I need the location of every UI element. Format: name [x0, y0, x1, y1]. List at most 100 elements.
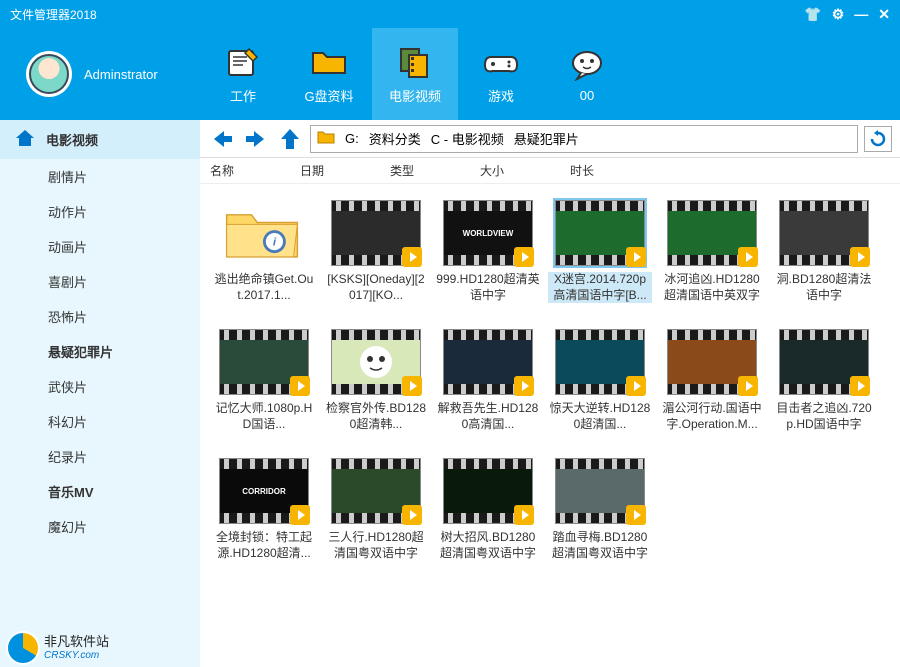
- tab-label: G盘资料: [304, 86, 353, 105]
- video-item[interactable]: 冰河追凶.HD1280超清国语中英双字: [656, 196, 768, 307]
- back-button[interactable]: [208, 125, 236, 153]
- header: Adminstrator 工作 G盘资料 电影视频: [0, 28, 900, 120]
- video-item[interactable]: 三人行.HD1280超清国粤双语中字: [320, 454, 432, 565]
- forward-button[interactable]: [242, 125, 270, 153]
- sidebar-header[interactable]: 电影视频: [0, 120, 200, 159]
- col-date[interactable]: 日期: [300, 162, 390, 179]
- sidebar-item[interactable]: 武侠片: [0, 369, 200, 404]
- col-duration[interactable]: 时长: [570, 162, 660, 179]
- tab-label: 工作: [230, 86, 256, 105]
- sidebar-item[interactable]: 剧情片: [0, 159, 200, 194]
- film-icon: [395, 44, 435, 80]
- video-item[interactable]: 树大招风.BD1280超清国粤双语中字: [432, 454, 544, 565]
- video-item[interactable]: 踏血寻梅.BD1280超清国粤双语中字: [544, 454, 656, 565]
- sidebar-header-label: 电影视频: [46, 130, 98, 149]
- path-box[interactable]: G: 资料分类 C - 电影视频 悬疑犯罪片: [310, 125, 858, 153]
- play-badge-icon: [850, 247, 870, 267]
- thumbnail: [219, 329, 309, 395]
- watermark: 非凡软件站 CRSKY.com: [6, 631, 109, 665]
- item-label: 树大招风.BD1280超清国粤双语中字: [436, 530, 540, 561]
- item-label: X迷宫.2014.720p高清国语中字[B...: [548, 272, 652, 303]
- thumbnail: [555, 458, 645, 524]
- title-bar: 文件管理器2018 👕 ⚙ — ✕: [0, 0, 900, 28]
- col-name[interactable]: 名称: [210, 162, 300, 179]
- video-item[interactable]: X迷宫.2014.720p高清国语中字[B...: [544, 196, 656, 307]
- tab-work[interactable]: 工作: [200, 28, 286, 120]
- watermark-line1: 非凡软件站: [44, 635, 109, 649]
- sidebar-item[interactable]: 悬疑犯罪片: [0, 334, 200, 369]
- thumbnail: [443, 329, 533, 395]
- play-badge-icon: [514, 247, 534, 267]
- video-item[interactable]: 洞.BD1280超清法语中字: [768, 196, 880, 307]
- thumbnail: [667, 200, 757, 266]
- up-button[interactable]: [276, 125, 304, 153]
- item-label: 999.HD1280超清英语中字: [436, 272, 540, 303]
- sidebar-item[interactable]: 喜剧片: [0, 264, 200, 299]
- tab-label: 游戏: [488, 86, 514, 105]
- refresh-button[interactable]: [864, 126, 892, 152]
- settings-icon[interactable]: ⚙: [832, 6, 845, 23]
- video-item[interactable]: WORLDVIEW 999.HD1280超清英语中字: [432, 196, 544, 307]
- sidebar: 电影视频 剧情片动作片动画片喜剧片恐怖片悬疑犯罪片武侠片科幻片纪录片音乐MV魔幻…: [0, 120, 200, 667]
- chat-icon: [567, 46, 607, 82]
- thumbnail: [779, 200, 869, 266]
- play-badge-icon: [402, 247, 422, 267]
- video-item[interactable]: CORRIDOR全境封锁：特工起源.HD1280超清...: [208, 454, 320, 565]
- folder-small-icon: [317, 129, 335, 148]
- sidebar-item[interactable]: 动作片: [0, 194, 200, 229]
- path-seg1: 资料分类: [369, 129, 421, 148]
- toolbar: G: 资料分类 C - 电影视频 悬疑犯罪片: [200, 120, 900, 158]
- video-item[interactable]: 解救吾先生.HD1280高清国...: [432, 325, 544, 436]
- thumbnail: [667, 329, 757, 395]
- folder-item[interactable]: i 逃出绝命镇Get.Out.2017.1...: [208, 196, 320, 307]
- play-badge-icon: [626, 376, 646, 396]
- tab-games[interactable]: 游戏: [458, 28, 544, 120]
- item-label: 三人行.HD1280超清国粤双语中字: [324, 530, 428, 561]
- item-label: 记忆大师.1080p.HD国语...: [212, 401, 316, 432]
- sidebar-item[interactable]: 恐怖片: [0, 299, 200, 334]
- watermark-line2: CRSKY.com: [44, 650, 109, 661]
- path-seg3: 悬疑犯罪片: [514, 129, 579, 148]
- watermark-logo-icon: [6, 631, 40, 665]
- play-badge-icon: [514, 376, 534, 396]
- play-badge-icon: [402, 376, 422, 396]
- thumbnail: [555, 329, 645, 395]
- item-label: 逃出绝命镇Get.Out.2017.1...: [212, 272, 316, 303]
- home-icon: [14, 128, 36, 151]
- minimize-icon[interactable]: —: [854, 6, 868, 23]
- avatar[interactable]: [26, 51, 72, 97]
- video-item[interactable]: 湄公河行动.国语中字.Operation.M...: [656, 325, 768, 436]
- video-item[interactable]: 记忆大师.1080p.HD国语...: [208, 325, 320, 436]
- col-type[interactable]: 类型: [390, 162, 480, 179]
- username: Adminstrator: [84, 67, 158, 82]
- gamepad-icon: [481, 44, 521, 80]
- thumbnail: WORLDVIEW: [443, 200, 533, 266]
- video-item[interactable]: 惊天大逆转.HD1280超清国...: [544, 325, 656, 436]
- file-grid: i 逃出绝命镇Get.Out.2017.1... [KSKS][Oneday][20…: [200, 184, 900, 667]
- thumbnail: CORRIDOR: [219, 458, 309, 524]
- video-item[interactable]: 检察官外传.BD1280超清韩...: [320, 325, 432, 436]
- notepad-icon: [223, 44, 263, 80]
- tab-movies[interactable]: 电影视频: [372, 28, 458, 120]
- sidebar-item[interactable]: 音乐MV: [0, 474, 200, 509]
- video-item[interactable]: [KSKS][Oneday][2017][KO...: [320, 196, 432, 307]
- sidebar-item[interactable]: 纪录片: [0, 439, 200, 474]
- shirt-icon[interactable]: 👕: [804, 6, 821, 23]
- item-label: 洞.BD1280超清法语中字: [772, 272, 876, 303]
- sidebar-item[interactable]: 动画片: [0, 229, 200, 264]
- play-badge-icon: [626, 247, 646, 267]
- tab-oo[interactable]: 00: [544, 28, 630, 120]
- video-item[interactable]: 目击者之追凶.720p.HD国语中字: [768, 325, 880, 436]
- col-size[interactable]: 大小: [480, 162, 570, 179]
- thumbnail: i: [219, 200, 309, 266]
- thumbnail: [331, 329, 421, 395]
- sidebar-item[interactable]: 魔幻片: [0, 509, 200, 544]
- item-label: 湄公河行动.国语中字.Operation.M...: [660, 401, 764, 432]
- close-icon[interactable]: ✕: [878, 6, 890, 23]
- item-label: [KSKS][Oneday][2017][KO...: [324, 272, 428, 303]
- tab-gdisk[interactable]: G盘资料: [286, 28, 372, 120]
- item-label: 冰河追凶.HD1280超清国语中英双字: [660, 272, 764, 303]
- sidebar-item[interactable]: 科幻片: [0, 404, 200, 439]
- play-badge-icon: [290, 376, 310, 396]
- play-badge-icon: [402, 505, 422, 525]
